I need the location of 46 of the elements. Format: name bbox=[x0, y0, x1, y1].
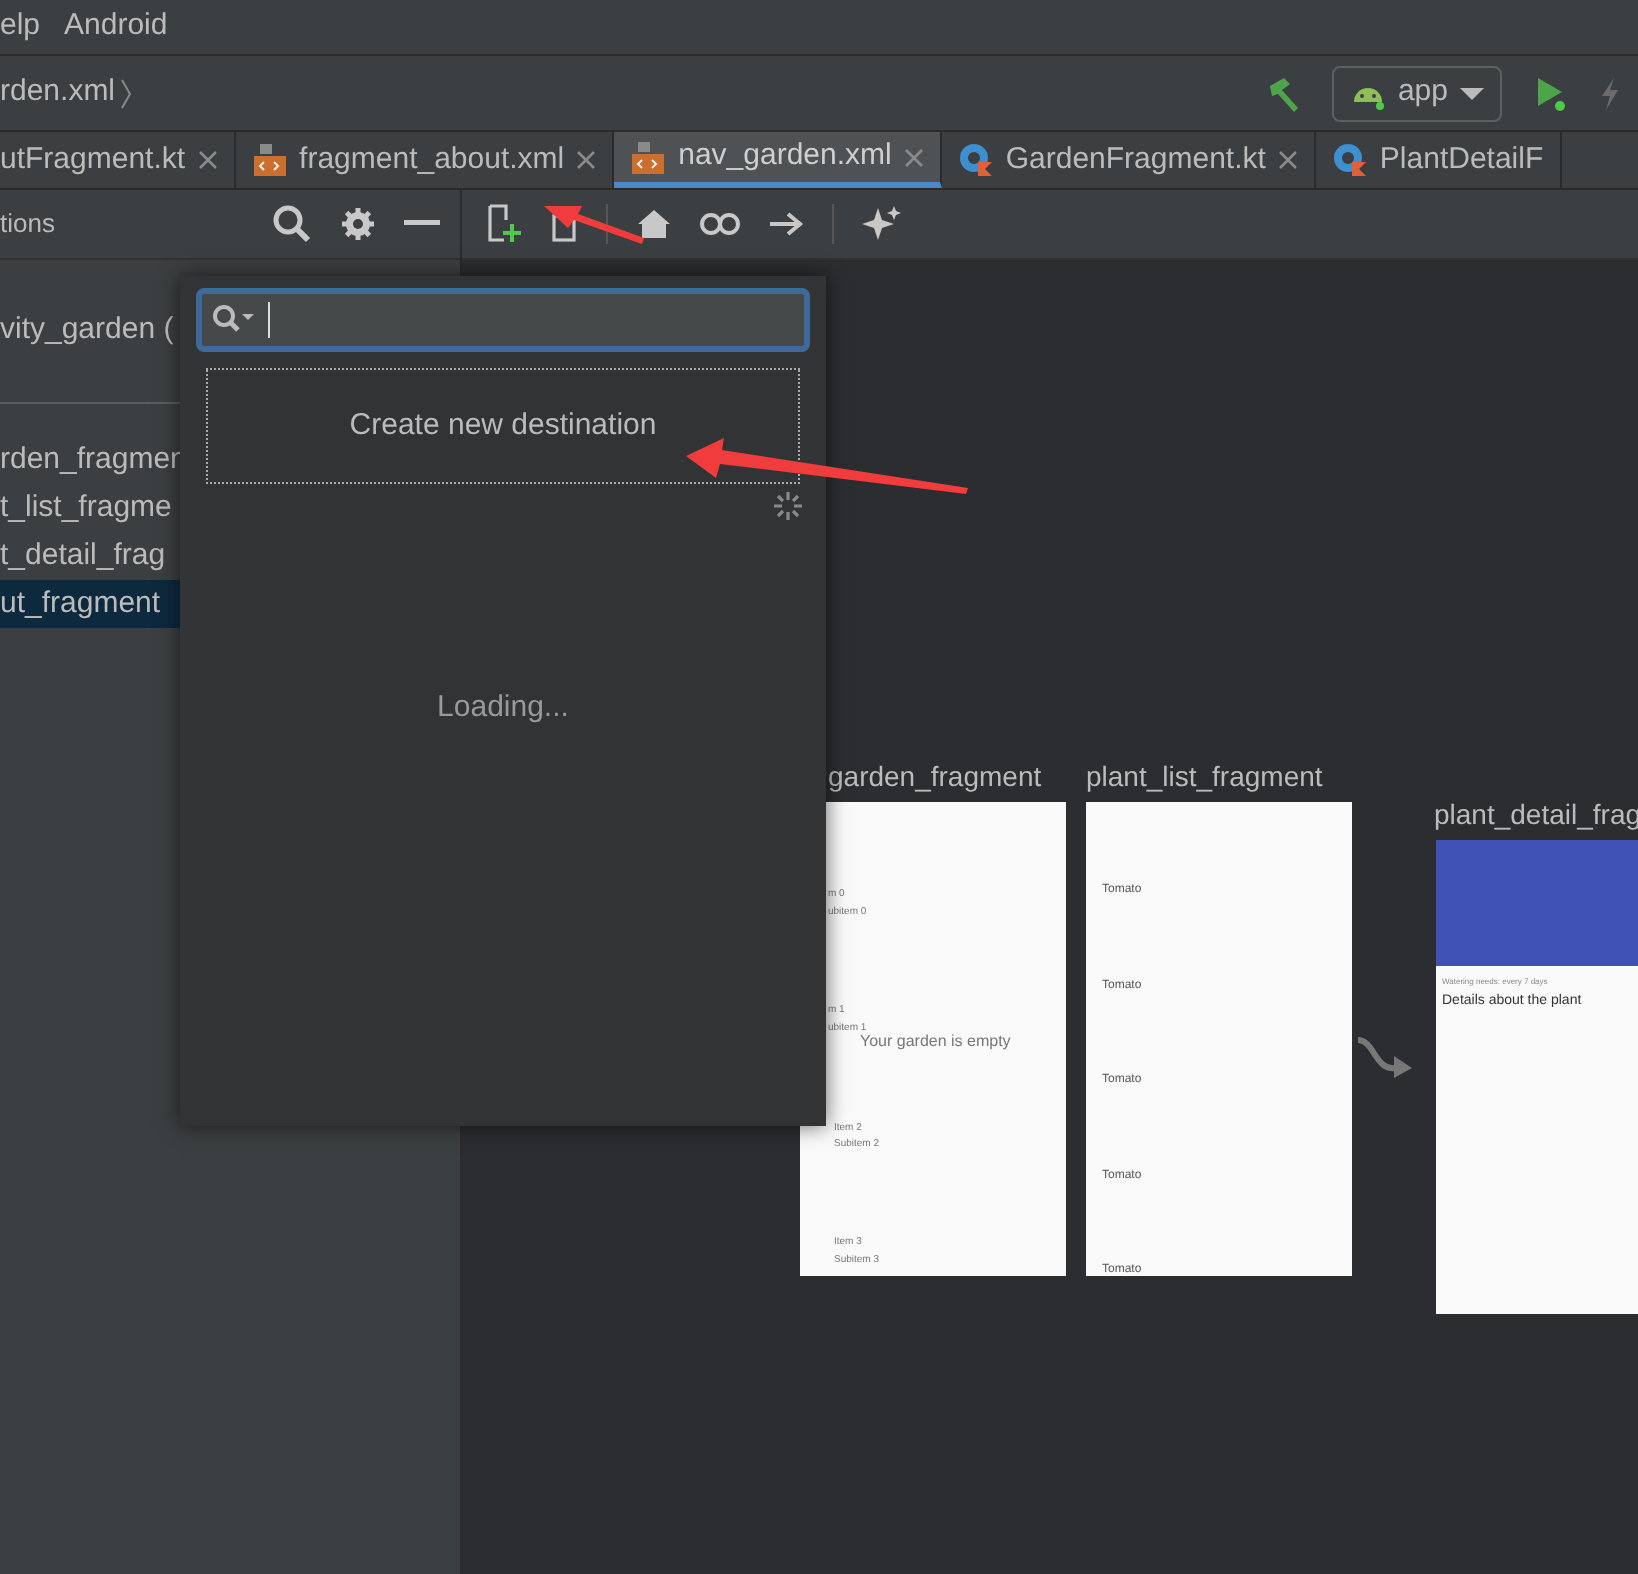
minus-icon[interactable] bbox=[404, 220, 440, 228]
auto-arrange-icon[interactable] bbox=[862, 204, 902, 244]
spinner-icon bbox=[772, 490, 804, 522]
tab-label: GardenFragment.kt bbox=[1005, 139, 1266, 180]
run-configuration-dropdown[interactable]: app bbox=[1331, 65, 1502, 121]
search-icon[interactable] bbox=[272, 204, 312, 244]
link-icon[interactable] bbox=[700, 212, 740, 236]
editor-tab[interactable]: PlantDetailF bbox=[1315, 132, 1562, 188]
tab-label: PlantDetailF bbox=[1379, 139, 1544, 180]
destination-item[interactable]: rden_fragmen bbox=[0, 436, 180, 484]
destination-label[interactable]: garden_fragment bbox=[828, 756, 1042, 798]
editor-tab[interactable]: nav_garden.xml bbox=[614, 132, 942, 188]
kotlin-file-icon bbox=[1331, 142, 1368, 178]
kotlin-file-icon bbox=[957, 142, 994, 178]
search-field[interactable] bbox=[196, 288, 810, 352]
arrow-right-icon[interactable] bbox=[768, 210, 804, 238]
close-icon[interactable] bbox=[1277, 150, 1298, 170]
tab-label: fragment_about.xml bbox=[299, 139, 565, 180]
close-icon[interactable] bbox=[576, 150, 597, 170]
search-icon[interactable] bbox=[212, 304, 260, 336]
xml-file-icon bbox=[630, 139, 667, 175]
xml-file-icon bbox=[251, 142, 288, 178]
destination-item[interactable]: ut_fragment bbox=[0, 580, 180, 628]
destination-item[interactable]: t_detail_frag bbox=[0, 532, 180, 580]
destination-item[interactable]: t_list_fragme bbox=[0, 484, 180, 532]
loading-text: Loading... bbox=[435, 688, 571, 728]
menu-item[interactable]: Android bbox=[64, 4, 168, 50]
tab-label: utFragment.kt bbox=[0, 139, 186, 180]
editor-tab[interactable]: utFragment.kt bbox=[0, 132, 236, 188]
settings-icon[interactable] bbox=[340, 206, 376, 242]
destination-label[interactable]: plant_list_fragment bbox=[1086, 756, 1323, 798]
run-icon[interactable] bbox=[1534, 75, 1566, 111]
editor-tab[interactable]: fragment_about.xml bbox=[235, 132, 615, 188]
tab-label: nav_garden.xml bbox=[678, 136, 892, 177]
editor-tab[interactable]: GardenFragment.kt bbox=[941, 132, 1316, 188]
host-activity[interactable]: vity_garden ( bbox=[0, 308, 174, 354]
close-icon[interactable] bbox=[197, 150, 218, 170]
breadcrumb-item[interactable]: rden.xml bbox=[0, 70, 116, 116]
empty-message: Your garden is empty bbox=[860, 1030, 1011, 1054]
new-destination-icon[interactable] bbox=[486, 204, 522, 244]
annotation-arrow bbox=[544, 206, 644, 244]
panel-title: tions bbox=[0, 206, 57, 243]
chevron-icon bbox=[119, 77, 132, 109]
home-icon[interactable] bbox=[636, 208, 672, 240]
caret-icon bbox=[1460, 85, 1484, 101]
menu-item[interactable]: elp bbox=[0, 4, 41, 50]
